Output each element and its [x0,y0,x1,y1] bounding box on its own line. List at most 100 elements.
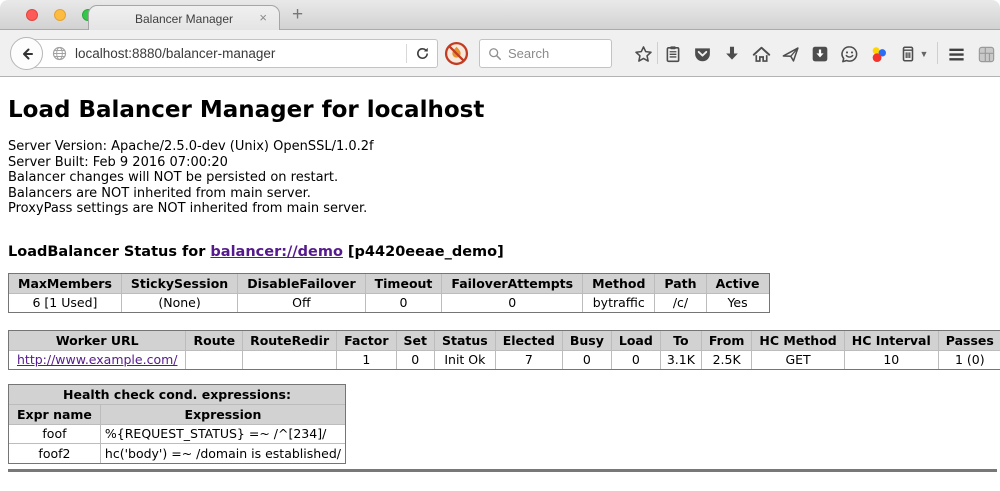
col-method: Method [583,274,655,294]
pocket-icon [693,45,712,64]
col-busy: Busy [563,331,612,351]
col-routeredir: RouteRedir [243,331,337,351]
table-row: foof %{REQUEST_STATUS} =~ /^[234]/ [9,425,345,444]
col-factor: Factor [337,331,396,351]
cell-load: 0 [612,351,661,369]
server-built-line: Server Built: Feb 9 2016 07:00:20 [8,155,1000,171]
container-dropdown-button[interactable]: ▼ [917,42,931,66]
bookmark-star-button[interactable] [631,42,655,66]
col-failoverattempts: FailoverAttempts [442,274,583,294]
color-dots-button[interactable] [866,42,890,66]
tab-groups-button[interactable] [974,42,998,66]
url-bar[interactable]: localhost:8880/balancer-manager [27,39,438,68]
tab-close-icon[interactable]: × [259,10,267,25]
search-bar[interactable] [479,39,612,68]
balancer-demo-link[interactable]: balancer://demo [210,244,343,260]
send-tab-button[interactable] [778,42,802,66]
worker-url-link[interactable]: http://www.example.com/ [17,352,177,367]
balancer-summary-table: MaxMembers StickySession DisableFailover… [8,273,770,313]
reload-icon [415,46,430,61]
flash-block-icon[interactable] [444,41,469,66]
table-header-row: MaxMembers StickySession DisableFailover… [9,274,769,294]
search-icon [488,47,502,61]
col-path: Path [655,274,706,294]
home-icon [752,45,771,64]
cell-routeredir [243,351,337,369]
home-button[interactable] [749,42,773,66]
download-box-button[interactable] [808,42,832,66]
page-title: Load Balancer Manager for localhost [8,77,1000,123]
col-set: Set [397,331,435,351]
cell-status: Init Ok [435,351,496,369]
color-dots-icon [869,45,888,64]
cell-worker-url: http://www.example.com/ [9,351,186,369]
col-stickysession: StickySession [122,274,238,294]
col-timeout: Timeout [366,274,443,294]
container-icon [899,45,917,63]
toolbar-divider [657,42,658,64]
pocket-button[interactable] [690,42,714,66]
cell-hc-interval: 10 [845,351,939,369]
cell-failoverattempts: 0 [442,294,583,312]
tab-groups-icon [977,45,996,64]
table-row: 6 [1 Used] (None) Off 0 0 bytraffic /c/ … [9,294,769,312]
col-status: Status [435,331,496,351]
status-heading-suffix: [p4420eeae_demo] [348,244,504,260]
download-box-icon [811,45,829,63]
status-heading-prefix: LoadBalancer Status for [8,244,205,260]
url-text[interactable]: localhost:8880/balancer-manager [75,46,406,61]
clipboard-button[interactable] [661,42,685,66]
server-version-line: Server Version: Apache/2.5.0-dev (Unix) … [8,139,1000,155]
cell-method: bytraffic [583,294,655,312]
cell-expression-foof: %{REQUEST_STATUS} =~ /^[234]/ [101,425,345,444]
cell-to: 3.1K [661,351,702,369]
cell-expression-foof2: hc('body') =~ /domain is established/ [101,444,345,463]
minimize-window-button[interactable] [54,9,66,21]
col-maxmembers: MaxMembers [9,274,122,294]
tab-balancer-manager[interactable]: Balancer Manager × [88,5,280,31]
table-row: foof2 hc('body') =~ /domain is establish… [9,444,345,463]
worker-table: Worker URL Route RouteRedir Factor Set S… [8,330,1000,370]
bookmark-star-icon [634,45,653,64]
page-content: Load Balancer Manager for localhost Serv… [0,77,1000,472]
new-tab-button[interactable]: + [292,4,303,26]
cell-maxmembers: 6 [1 Used] [9,294,122,312]
clipboard-icon [664,45,682,63]
proxypass-warning-line: ProxyPass settings are NOT inherited fro… [8,201,1000,217]
globe-icon [52,46,67,61]
col-disablefailover: DisableFailover [238,274,365,294]
cell-busy: 0 [563,351,612,369]
inherit-warning-line: Balancers are NOT inherited from main se… [8,186,1000,202]
toolbar-divider-2 [937,42,938,64]
table-caption-row: Health check cond. expressions: [9,385,345,405]
navigation-toolbar: localhost:8880/balancer-manager [0,30,1000,77]
col-from: From [702,331,753,351]
chat-smiley-button[interactable] [837,42,861,66]
chat-smiley-icon [840,45,859,64]
health-check-table: Health check cond. expressions: Expr nam… [8,384,346,464]
col-hc-interval: HC Interval [845,331,939,351]
reload-button[interactable] [407,46,437,61]
health-check-caption: Health check cond. expressions: [9,385,345,405]
search-input[interactable] [508,46,611,61]
col-to: To [661,331,702,351]
menu-button[interactable] [944,42,968,66]
table-header-row: Worker URL Route RouteRedir Factor Set S… [9,331,1000,351]
close-window-button[interactable] [26,9,38,21]
downloads-button[interactable] [720,42,744,66]
col-load: Load [612,331,661,351]
col-worker-url: Worker URL [9,331,186,351]
cell-path: /c/ [655,294,706,312]
cell-disablefailover: Off [238,294,365,312]
cell-expr-name-foof: foof [9,425,101,444]
send-icon [781,45,800,64]
col-expr-name: Expr name [9,405,101,425]
back-icon [19,46,35,62]
cell-expr-name-foof2: foof2 [9,444,101,463]
cell-elected: 7 [496,351,563,369]
browser-window: Balancer Manager × + localhost:8880/bala… [0,0,1000,491]
col-hc-method: HC Method [752,331,844,351]
col-elected: Elected [496,331,563,351]
back-button[interactable] [10,37,43,70]
table-row: http://www.example.com/ 1 0 Init Ok 7 0 … [9,351,1000,369]
